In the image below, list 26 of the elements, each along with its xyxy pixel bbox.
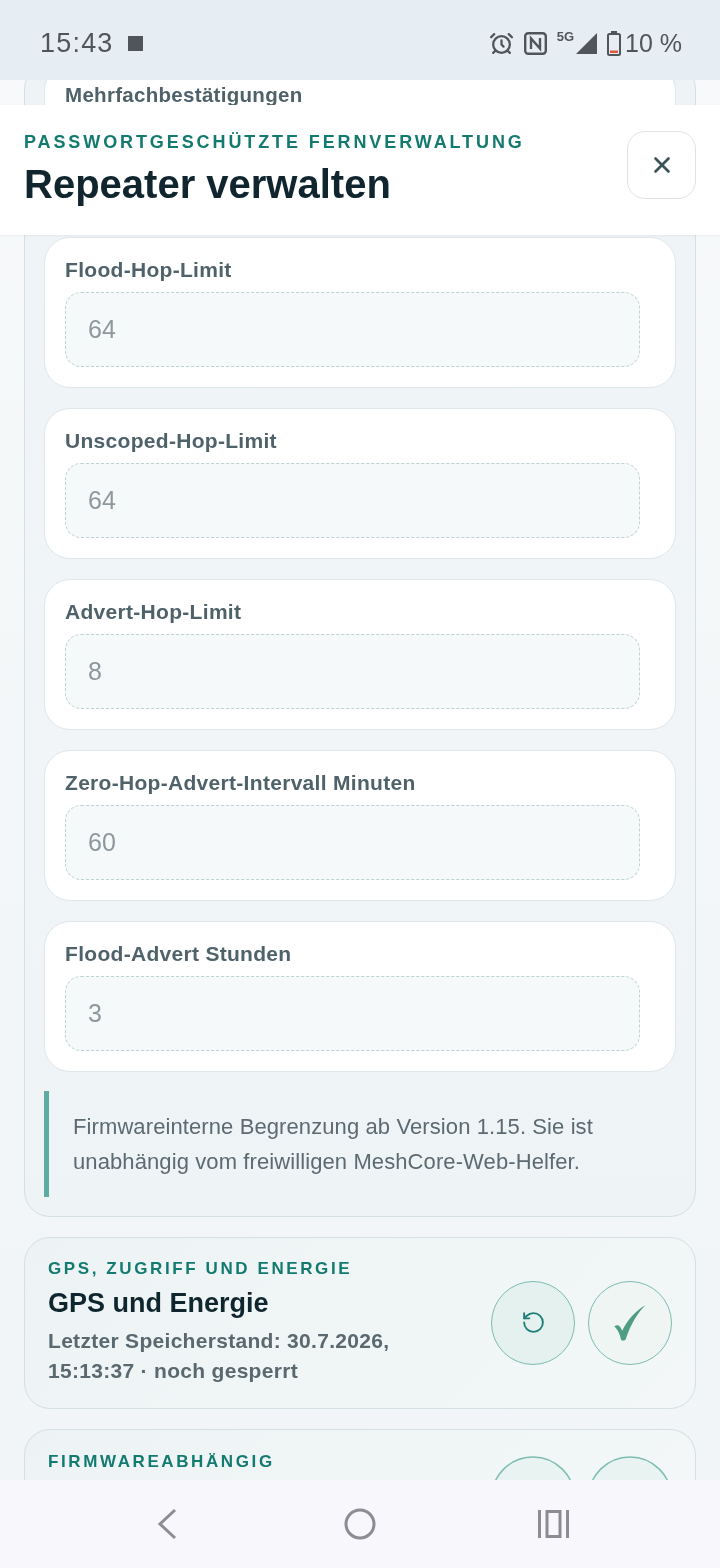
alarm-icon (488, 30, 514, 56)
field-label: Flood-Advert Stunden (65, 941, 293, 967)
network-type: 5G (556, 30, 574, 44)
field-label: Zero-Hop-Advert-Intervall Minuten (65, 770, 417, 796)
close-button[interactable] (627, 131, 696, 199)
field-label: Advert-Hop-Limit (65, 599, 243, 625)
eyebrow-text: GPS, ZUGRIFF UND ENERGIE (48, 1259, 354, 1279)
reload-icon (520, 1310, 546, 1335)
battery-percent: 10 % (625, 28, 682, 58)
field-label: Mehrfachbestätigungen (65, 83, 304, 106)
info-note: Firmwareinterne Begrenzung ab Version 1.15. Sie ist unabhängig vom freiwilligen MeshCore-Web-Helfer. (44, 1091, 676, 1197)
page-title: Repeater verwalten (24, 161, 392, 207)
field-label: Flood-Hop-Limit (65, 257, 233, 283)
signal-icon (576, 32, 597, 54)
home-icon (344, 1508, 376, 1540)
eyebrow-text: PASSWORTGESCHÜTZTE FERNVERWALTUNG (24, 132, 525, 152)
status-time: 15:43 (40, 28, 114, 58)
back-icon (156, 1508, 177, 1540)
eyebrow-text: FIRMWAREABHÄNGIG (48, 1452, 275, 1473)
field-label: Unscoped-Hop-Limit (65, 428, 278, 454)
card-title: GPS und Energie (48, 1287, 270, 1320)
save-status: Letzter Speicherstand: 30.7.2026, 15:13:37 · noch gesperrt (48, 1328, 391, 1384)
square-icon (127, 35, 143, 51)
battery-icon (607, 30, 621, 56)
recents-icon (537, 1510, 569, 1538)
nfc-icon (523, 31, 547, 55)
